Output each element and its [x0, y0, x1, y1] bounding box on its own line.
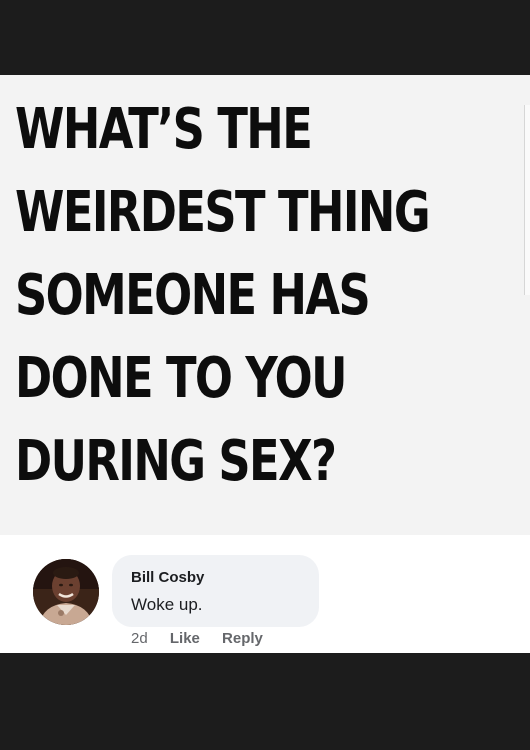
comment-actions: 2d Like Reply	[131, 630, 281, 647]
facebook-post: WHAT’S THE WEIRDEST THING SOMEONE HAS DO…	[0, 75, 530, 653]
scrollbar[interactable]	[524, 105, 530, 295]
post-headline: WHAT’S THE WEIRDEST THING SOMEONE HAS DO…	[15, 88, 431, 503]
comment-bubble: Bill Cosby Woke up.	[112, 555, 319, 627]
comment-text: Woke up.	[131, 595, 203, 614]
headline-line: WHAT’S THE	[15, 97, 313, 162]
commenter-avatar[interactable]	[33, 559, 99, 625]
headline-line: DONE TO YOU	[15, 346, 348, 411]
post-image[interactable]: WHAT’S THE WEIRDEST THING SOMEONE HAS DO…	[0, 75, 530, 535]
comment-timestamp[interactable]: 2d	[131, 630, 148, 647]
headline-line: WEIRDEST THING	[15, 180, 431, 245]
headline-line: SOMEONE HAS	[15, 263, 371, 328]
reply-button[interactable]: Reply	[222, 630, 263, 647]
like-button[interactable]: Like	[170, 630, 200, 647]
comment-author-name[interactable]: Bill Cosby	[131, 569, 204, 586]
headline-line: DURING SEX?	[15, 429, 337, 494]
screenshot-frame: WHAT’S THE WEIRDEST THING SOMEONE HAS DO…	[0, 0, 530, 750]
profile-photo-icon	[33, 559, 99, 625]
